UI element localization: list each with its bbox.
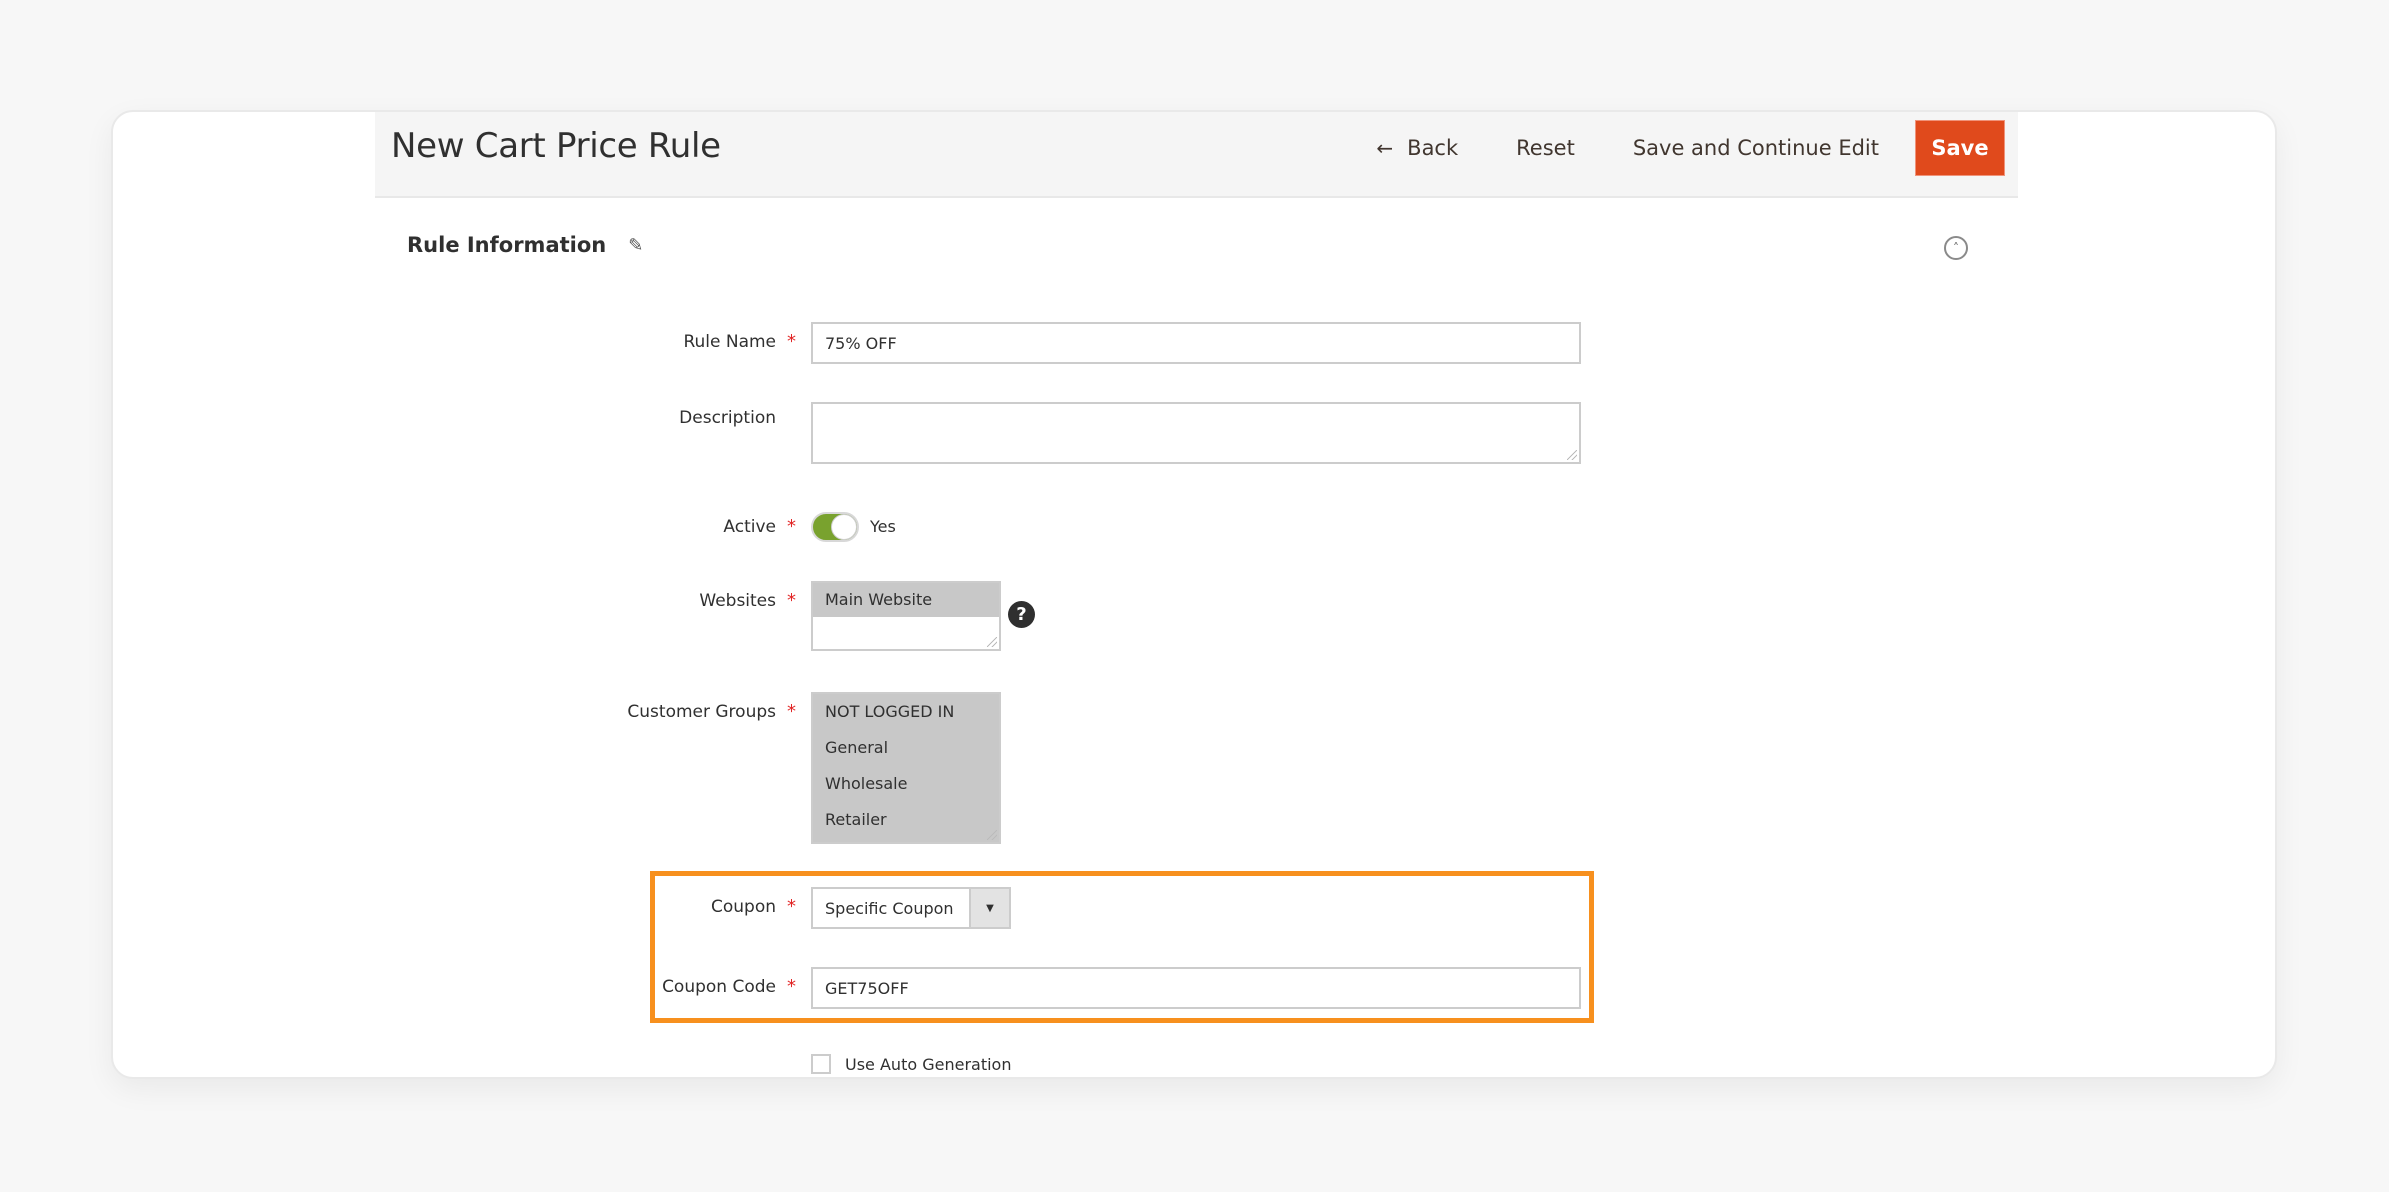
help-icon[interactable]: ? — [1008, 601, 1035, 628]
page-title: New Cart Price Rule — [391, 126, 721, 166]
page-header: New Cart Price Rule ← Back Reset Save an… — [375, 112, 2018, 198]
reset-button[interactable]: Reset — [1516, 136, 1575, 160]
required-marker: * — [787, 590, 796, 611]
field-websites: Websites * Main Website ? — [113, 581, 1713, 651]
customer-groups-label: Customer Groups — [627, 702, 776, 722]
customer-group-option[interactable]: NOT LOGGED IN — [813, 694, 999, 730]
header-actions: ← Back Reset Save and Continue Edit Save — [1376, 120, 2005, 176]
coupon-select-value: Specific Coupon — [825, 898, 954, 918]
field-active: Active * Yes — [113, 512, 1713, 544]
customer-groups-multiselect[interactable]: NOT LOGGED IN General Wholesale Retailer — [811, 692, 1001, 844]
back-button[interactable]: ← Back — [1376, 136, 1458, 160]
back-label: Back — [1407, 136, 1459, 160]
required-marker: * — [787, 701, 796, 722]
section-rule-information[interactable]: Rule Information ✎ — [407, 233, 643, 257]
active-state-label: Yes — [870, 517, 896, 536]
section-title: Rule Information — [407, 233, 607, 257]
required-marker: * — [787, 976, 796, 997]
websites-label: Websites — [699, 591, 776, 611]
websites-multiselect[interactable]: Main Website — [811, 581, 1001, 651]
save-and-continue-button[interactable]: Save and Continue Edit — [1633, 136, 1879, 160]
rule-name-label: Rule Name — [683, 332, 776, 352]
pencil-icon: ✎ — [628, 234, 644, 256]
required-marker: * — [787, 516, 796, 537]
coupon-code-label: Coupon Code — [662, 977, 776, 997]
coupon-select[interactable]: Specific Coupon ▼ — [811, 887, 1011, 929]
coupon-code-input[interactable] — [811, 967, 1581, 1009]
collapse-icon[interactable]: ˄ — [1944, 236, 1968, 260]
save-button[interactable]: Save — [1915, 120, 2005, 176]
chevron-down-icon[interactable]: ▼ — [969, 889, 1009, 927]
auto-generation-label: Use Auto Generation — [845, 1054, 1012, 1074]
required-marker: * — [787, 896, 796, 917]
websites-option[interactable]: Main Website — [813, 583, 999, 617]
field-coupon: Coupon * Specific Coupon ▼ — [113, 887, 1713, 929]
active-toggle[interactable] — [811, 512, 859, 542]
field-coupon-code: Coupon Code * — [113, 967, 1713, 1009]
page-card: New Cart Price Rule ← Back Reset Save an… — [111, 110, 2277, 1079]
active-label: Active — [723, 517, 776, 537]
description-label: Description — [679, 408, 776, 428]
auto-generation-checkbox[interactable] — [811, 1054, 831, 1074]
field-rule-name: Rule Name * — [113, 322, 1713, 364]
use-auto-generation[interactable]: Use Auto Generation — [811, 1054, 1011, 1074]
field-customer-groups: Customer Groups * NOT LOGGED IN General … — [113, 692, 1713, 844]
customer-group-option[interactable]: Wholesale — [813, 766, 999, 802]
customer-group-option[interactable]: General — [813, 730, 999, 766]
field-description: Description — [113, 402, 1713, 464]
description-textarea[interactable] — [811, 402, 1581, 464]
toggle-knob — [831, 514, 857, 540]
customer-group-option[interactable]: Retailer — [813, 802, 999, 838]
coupon-label: Coupon — [710, 897, 776, 917]
required-marker: * — [787, 331, 796, 352]
resize-grip-icon[interactable] — [987, 637, 997, 647]
arrow-left-icon: ← — [1376, 136, 1394, 160]
resize-grip-icon[interactable] — [987, 830, 997, 840]
rule-name-input[interactable] — [811, 322, 1581, 364]
resize-grip-icon[interactable] — [1567, 450, 1577, 460]
